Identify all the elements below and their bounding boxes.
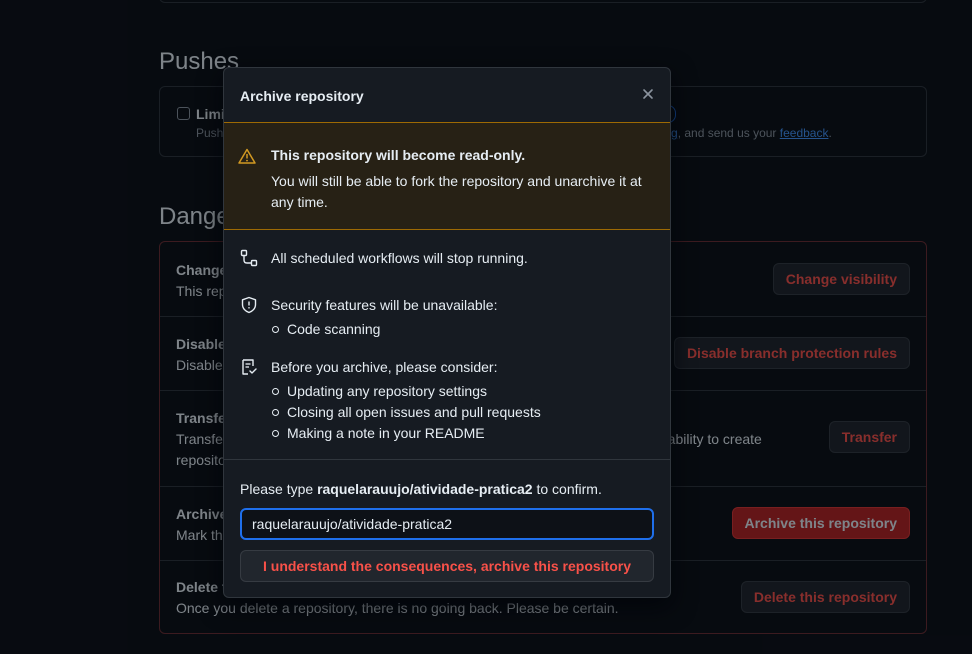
consequence-text: All scheduled workflows will stop runnin…: [271, 250, 528, 266]
consequence-text: Security features will be unavailable:: [271, 297, 498, 313]
alert-icon: [238, 148, 256, 169]
confirm-repo-name: raquelarauujo/atividade-pratica2: [317, 481, 533, 497]
list-item: Closing all open issues and pull request…: [272, 402, 541, 423]
shield-icon: [240, 296, 258, 319]
warning-banner: This repository will become read-only. Y…: [224, 122, 670, 230]
checklist-icon: [240, 358, 258, 381]
security-bullet-list: Code scanning: [271, 319, 380, 340]
warning-text: You will still be able to fork the repos…: [271, 173, 642, 210]
list-item: Making a note in your README: [272, 423, 541, 444]
dialog-header: Archive repository: [224, 68, 670, 122]
list-item: Updating any repository settings: [272, 381, 541, 402]
confirm-section: Please type raquelarauujo/atividade-prat…: [224, 459, 670, 597]
confirm-repo-input[interactable]: [240, 508, 654, 540]
consider-bullet-list: Updating any repository settings Closing…: [272, 381, 541, 444]
workflow-icon: [240, 249, 258, 272]
list-item: Code scanning: [271, 319, 380, 340]
close-icon[interactable]: [640, 86, 656, 102]
archive-repository-dialog: Archive repository This repository will …: [223, 67, 671, 598]
confirm-label: Please type raquelarauujo/atividade-prat…: [240, 481, 602, 497]
confirm-archive-button[interactable]: I understand the consequences, archive t…: [240, 550, 654, 582]
dialog-title: Archive repository: [240, 88, 364, 104]
consequence-text: Before you archive, please consider:: [271, 359, 498, 375]
warning-title: This repository will become read-only.: [271, 147, 526, 163]
